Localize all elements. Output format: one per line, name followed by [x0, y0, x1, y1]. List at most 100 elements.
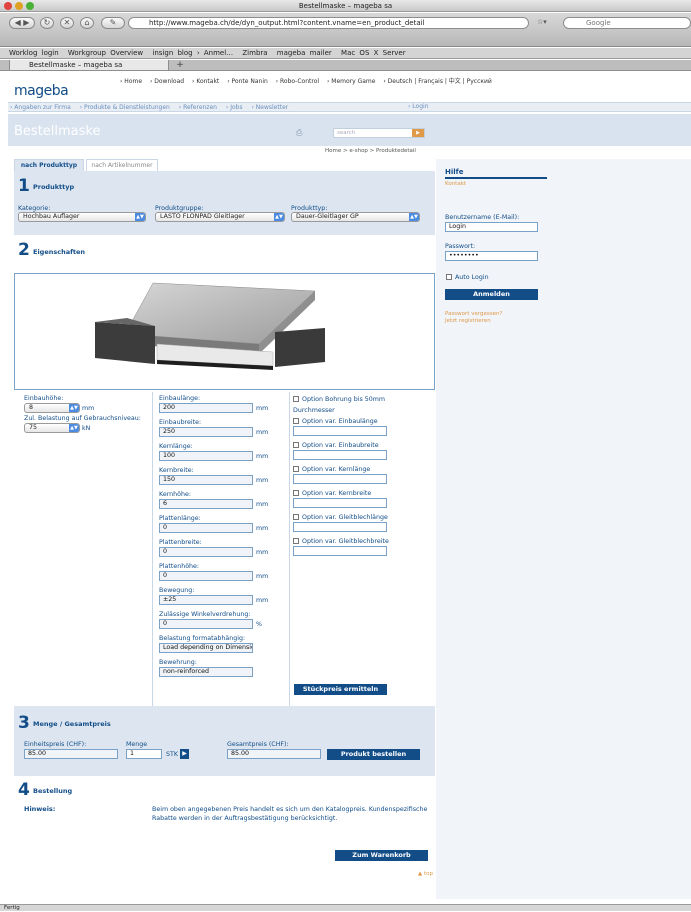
dimension-field[interactable]: 200	[159, 403, 253, 413]
page-title: Bestellmaske	[14, 124, 101, 139]
dimension-field[interactable]: Load depending on Dimension	[159, 643, 253, 653]
option-checkbox[interactable]	[293, 442, 299, 448]
dimension-field[interactable]: 0	[159, 523, 253, 533]
close-window-button[interactable]	[4, 2, 12, 10]
belastung-label: Zul. Belastung auf Gebrauchsniveau:	[24, 415, 141, 422]
home-icon[interactable]: ⌂	[80, 17, 94, 29]
option-checkbox[interactable]	[293, 490, 299, 496]
bookmark-item[interactable]: Worklog login	[9, 49, 59, 57]
field-label: Kernhöhe:	[159, 491, 191, 498]
url-field[interactable]: http://www.mageba.ch/de/dyn_output.html?…	[128, 17, 529, 29]
field-label: Kernlänge:	[159, 443, 193, 450]
zoom-window-button[interactable]	[26, 2, 34, 10]
select-arrow-icon: ▲▼	[409, 213, 419, 221]
option-checkbox[interactable]	[293, 514, 299, 520]
login-link[interactable]: › Login	[408, 103, 429, 110]
option-label: Option var. Kernbreite	[302, 490, 372, 497]
produkttyp-select[interactable]: Dauer-Gleitlager GP ▲▼	[291, 212, 420, 222]
stueckpreis-ermitteln-button[interactable]: Stückpreis ermitteln	[294, 684, 387, 695]
top-nav-home[interactable]: › Home	[120, 78, 142, 85]
bookmark-item[interactable]: Zimbra	[242, 49, 267, 57]
dimension-field[interactable]: 0	[159, 619, 253, 629]
produkt-bestellen-button[interactable]: Produkt bestellen	[327, 749, 420, 760]
dimension-field[interactable]: 250	[159, 427, 253, 437]
sidebar-kontakt-link[interactable]: Kontakt	[445, 181, 466, 187]
browser-tab[interactable]: Bestellmaske – mageba sa	[9, 60, 169, 71]
option-checkbox[interactable]	[293, 466, 299, 472]
stop-icon[interactable]: ✕	[60, 17, 74, 29]
search-go-button[interactable]: ▶	[412, 129, 424, 137]
back-to-top-link[interactable]: ▲ top	[418, 871, 433, 877]
main-menu: › Angaben zur Firma › Produkte & Dienstl…	[8, 102, 691, 112]
menu-jobs[interactable]: › Jobs	[226, 104, 243, 111]
menge-update-arrow-icon[interactable]: ▶	[180, 749, 189, 759]
option-label: Option var. Gleitblechbreite	[302, 538, 389, 545]
menu-produkte[interactable]: › Produkte & Dienstleistungen	[80, 104, 170, 111]
bookmark-item[interactable]: mageba mailer	[277, 49, 332, 57]
option-value-input[interactable]	[293, 498, 387, 508]
password-input[interactable]: ••••••••	[445, 251, 538, 261]
option-value-input[interactable]	[293, 474, 387, 484]
bookmark-item[interactable]: Mac OS X Server	[341, 49, 406, 57]
einbauhoehe-select[interactable]: 8 ▲▼	[24, 403, 80, 413]
dimension-field[interactable]: 150	[159, 475, 253, 485]
registrieren-link[interactable]: Jetzt registrieren	[445, 318, 491, 324]
bookmark-star-icon[interactable]: ☆▾	[537, 18, 547, 26]
mageba-logo[interactable]: mageba	[14, 83, 69, 99]
produktgruppe-select[interactable]: LASTO FLONPAD Gleitlager ▲▼	[155, 212, 285, 222]
bookmark-item[interactable]: Workgroup Overview	[68, 49, 143, 57]
dimension-field[interactable]: 0	[159, 571, 253, 581]
option-value-input[interactable]	[293, 546, 387, 556]
back-forward-buttons[interactable]: ◀ ▶	[9, 17, 35, 29]
field-unit: mm	[256, 453, 269, 460]
option-checkbox[interactable]	[293, 418, 299, 424]
tab-nach-artikelnummer[interactable]: nach Artikelnummer	[86, 159, 158, 171]
field-unit: mm	[256, 501, 269, 508]
window-title: Bestellmaske – mageba sa	[298, 2, 393, 10]
belastung-select[interactable]: 75 ▲▼	[24, 423, 80, 433]
field-unit: mm	[256, 597, 269, 604]
dimension-field[interactable]: 100	[159, 451, 253, 461]
top-nav-robo-control[interactable]: › Robo-Control	[276, 78, 319, 85]
menu-newsletter[interactable]: › Newsletter	[252, 104, 289, 111]
anmelden-button[interactable]: Anmelden	[445, 289, 538, 300]
menu-firma[interactable]: › Angaben zur Firma	[10, 104, 71, 111]
einbauhoehe-label: Einbauhöhe:	[24, 395, 64, 402]
top-nav-kontakt[interactable]: › Kontakt	[192, 78, 219, 85]
option-value-input[interactable]	[293, 522, 387, 532]
option-checkbox[interactable]	[293, 538, 299, 544]
dimension-field[interactable]: 0	[159, 547, 253, 557]
dimension-field[interactable]: ±25	[159, 595, 253, 605]
dimension-field[interactable]: 6	[159, 499, 253, 509]
menge-input[interactable]: 1	[126, 749, 162, 759]
field-unit: mm	[256, 429, 269, 436]
top-nav-languages[interactable]: › Deutsch | Français | 中文 | Русский	[383, 78, 491, 85]
print-icon[interactable]: ⎙	[296, 128, 302, 138]
google-search-field[interactable]: Google	[563, 17, 691, 29]
menu-referenzen[interactable]: › Referenzen	[179, 104, 217, 111]
einbauhoehe-value: 8	[29, 404, 34, 411]
username-input[interactable]: Login	[445, 222, 538, 232]
option-value-input[interactable]	[293, 450, 387, 460]
passwort-vergessen-link[interactable]: Passwort vergessen?	[445, 311, 502, 317]
new-tab-button[interactable]: +	[172, 60, 188, 71]
bookmark-item[interactable]: insign blog › Anmel…	[152, 49, 233, 57]
kategorie-select[interactable]: Hochbau Auflager ▲▼	[18, 212, 146, 222]
zum-warenkorb-button[interactable]: Zum Warenkorb	[335, 850, 428, 861]
reload-icon[interactable]: ↻	[40, 17, 54, 29]
belastung-value: 75	[29, 424, 38, 431]
tab-title: Bestellmaske – mageba sa	[29, 61, 123, 69]
option-bohrung-checkbox[interactable]	[293, 396, 299, 402]
top-nav-ponte-nanin[interactable]: › Ponte Nanin	[227, 78, 268, 85]
breadcrumb: Home > e-shop > Produktedetail	[325, 148, 416, 154]
section-2-title: Eigenschaften	[33, 248, 86, 256]
tab-nach-produkttyp[interactable]: nach Produkttyp	[14, 159, 84, 171]
pencil-icon[interactable]: ✎	[101, 17, 125, 29]
top-nav-download[interactable]: › Download	[150, 78, 184, 85]
select-arrow-icon: ▲▼	[274, 213, 284, 221]
top-nav-memory-game[interactable]: › Memory Game	[327, 78, 375, 85]
auto-login-checkbox[interactable]	[446, 274, 452, 280]
dimension-field[interactable]: non-reinforced	[159, 667, 253, 677]
option-value-input[interactable]	[293, 426, 387, 436]
minimize-window-button[interactable]	[15, 2, 23, 10]
